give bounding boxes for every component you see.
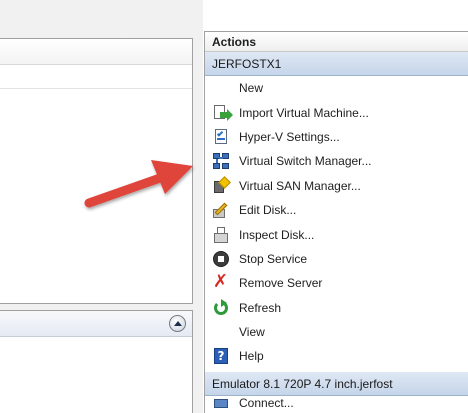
remove-icon: ✗ bbox=[213, 271, 229, 293]
switch-icon bbox=[212, 152, 230, 170]
connect-icon bbox=[212, 396, 230, 408]
import-icon bbox=[212, 104, 233, 122]
action-refresh[interactable]: Refresh bbox=[205, 296, 468, 320]
san-icon bbox=[212, 175, 231, 195]
refresh-icon bbox=[212, 298, 230, 317]
action-virtual-san-manager[interactable]: Virtual SAN Manager... bbox=[205, 174, 468, 198]
action-import-virtual-machine[interactable]: Import Virtual Machine... bbox=[205, 100, 468, 124]
action-inspect-disk[interactable]: Inspect Disk... bbox=[205, 222, 468, 246]
actions-pane-title: Actions bbox=[205, 32, 468, 52]
action-virtual-switch-manager[interactable]: Virtual Switch Manager... bbox=[205, 149, 468, 173]
help-icon: ? bbox=[212, 347, 230, 365]
action-connect[interactable]: Connect... bbox=[205, 396, 468, 408]
actions-pane: Actions JERFOSTX1 New Import Virtual Mac… bbox=[204, 31, 468, 413]
action-label: Virtual SAN Manager... bbox=[239, 178, 361, 193]
action-hyper-v-settings[interactable]: Hyper-V Settings... bbox=[205, 125, 468, 149]
stop-icon bbox=[212, 250, 230, 268]
action-label: Virtual Switch Manager... bbox=[239, 154, 372, 169]
action-label: Refresh bbox=[239, 300, 282, 315]
action-edit-disk[interactable]: Edit Disk... bbox=[205, 198, 468, 222]
action-label: Help bbox=[239, 349, 264, 364]
action-help[interactable]: ? Help bbox=[205, 344, 468, 368]
inspect-disk-icon bbox=[212, 226, 230, 244]
action-remove-server[interactable]: ✗ Remove Server bbox=[205, 271, 468, 295]
action-label: New bbox=[239, 81, 264, 96]
vm-section-header[interactable]: Emulator 8.1 720P 4.7 inch.jerfost bbox=[205, 371, 468, 396]
action-view[interactable]: View bbox=[205, 320, 468, 344]
action-label: Import Virtual Machine... bbox=[239, 105, 369, 120]
action-stop-service[interactable]: Stop Service bbox=[205, 247, 468, 271]
action-label: Hyper-V Settings... bbox=[239, 129, 340, 144]
action-new[interactable]: New bbox=[205, 76, 468, 100]
blank-icon bbox=[212, 79, 230, 97]
action-label: Edit Disk... bbox=[239, 203, 297, 218]
server-section-header[interactable]: JERFOSTX1 bbox=[205, 52, 468, 76]
action-label: Stop Service bbox=[239, 251, 308, 266]
action-label: Remove Server bbox=[239, 276, 323, 291]
settings-icon bbox=[212, 128, 230, 146]
blank-icon bbox=[212, 323, 230, 341]
action-label: Connect... bbox=[239, 395, 294, 408]
action-label: View bbox=[239, 325, 265, 340]
action-label: Inspect Disk... bbox=[239, 227, 315, 242]
edit-disk-icon bbox=[212, 201, 230, 219]
